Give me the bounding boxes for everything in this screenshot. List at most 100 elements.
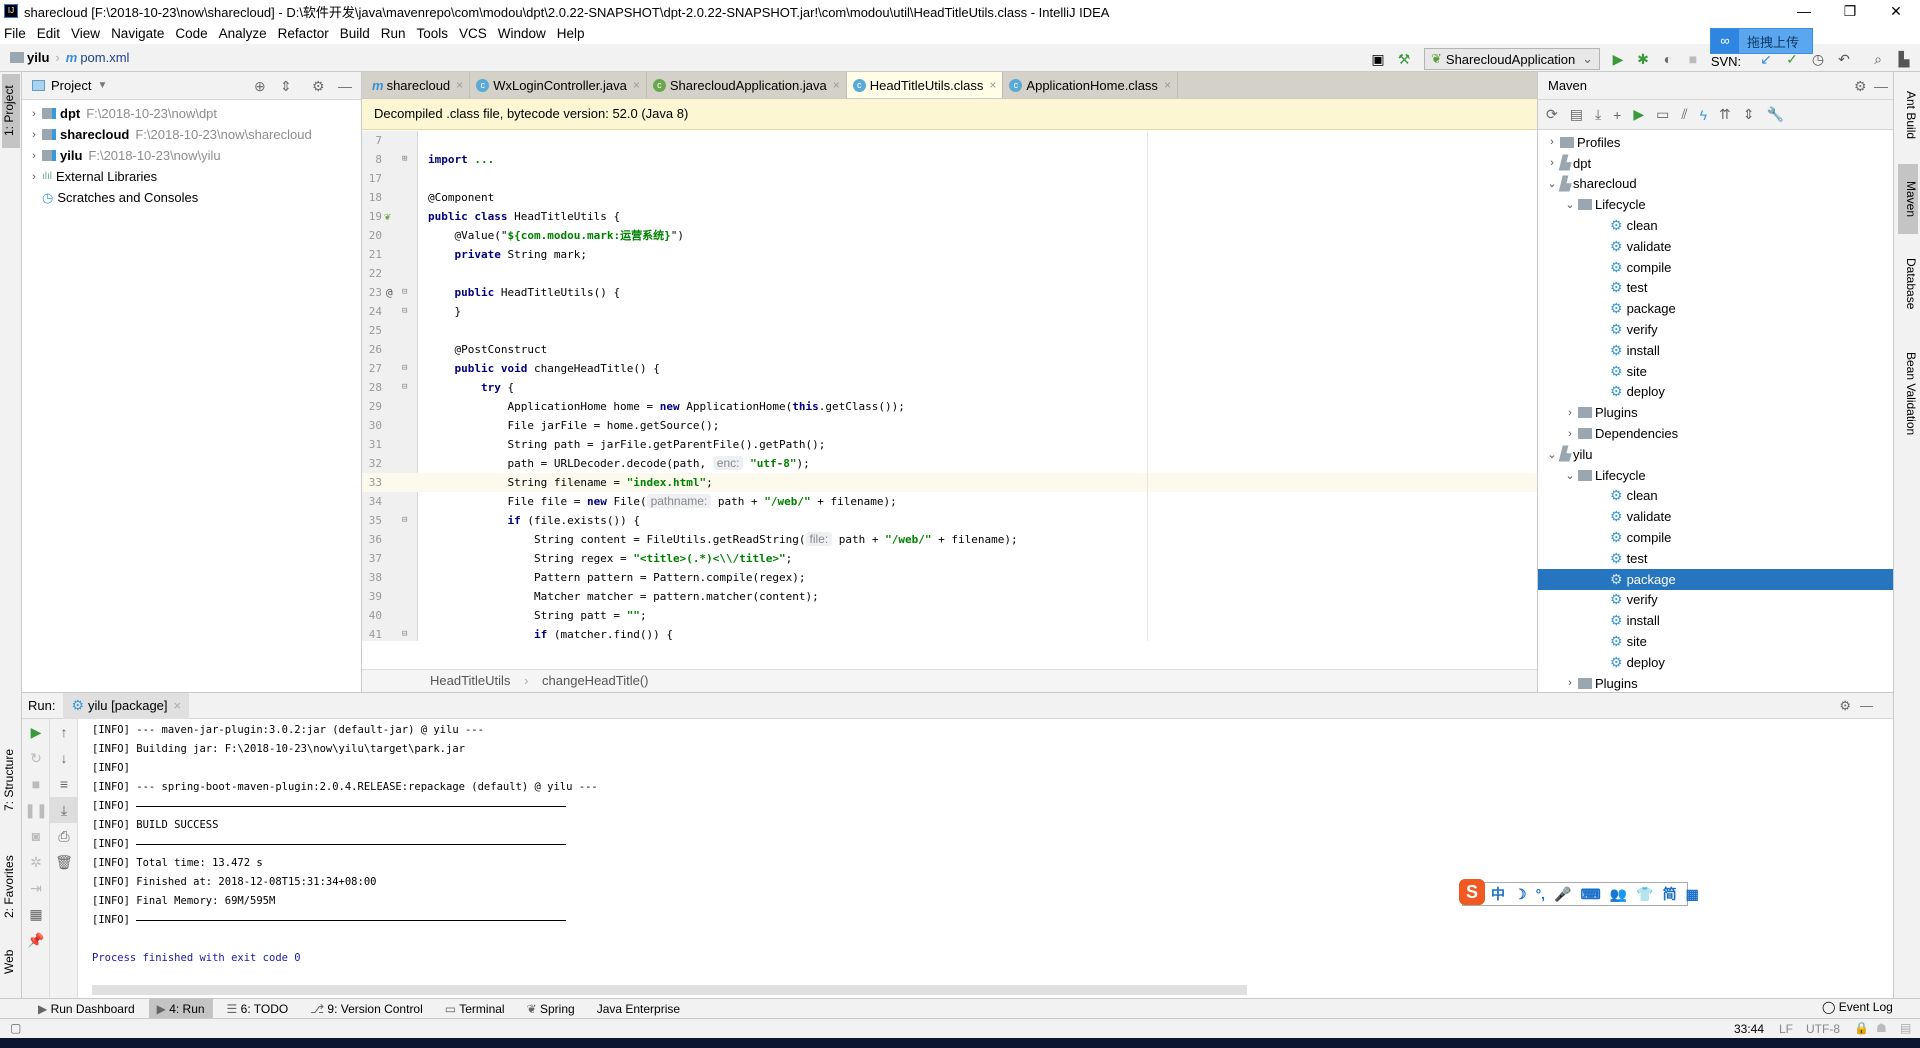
close-icon[interactable]: × [833, 78, 840, 92]
fold-marker-icon[interactable]: ⊟ [402, 625, 407, 641]
close-icon[interactable]: × [456, 78, 463, 92]
chevron-right-icon[interactable]: › [1562, 677, 1578, 689]
search-icon[interactable]: ⌕ [1868, 49, 1888, 69]
fold-marker-icon[interactable]: ⊟ [402, 283, 407, 302]
menu-help[interactable]: Help [557, 26, 585, 41]
arrow-up-icon[interactable]: ↑ [50, 719, 78, 745]
skip-tests-icon[interactable]: ϟ [1700, 107, 1707, 123]
maven-tree-item[interactable]: ⚙ package [1538, 298, 1893, 319]
layout-icon[interactable]: ▦ [22, 901, 50, 927]
minimize-button[interactable]: — [1781, 0, 1827, 22]
gear-icon[interactable]: ⚙ [1854, 78, 1867, 95]
menu-refactor[interactable]: Refactor [278, 26, 329, 41]
run-config-select[interactable]: ❦ SharecloudApplication ⌄ [1424, 48, 1600, 70]
show-dependencies-icon[interactable]: ⇈ [1719, 106, 1731, 123]
file-encoding[interactable]: UTF-8 [1806, 1022, 1840, 1036]
run-tab[interactable]: ⚙ yilu [package] × [63, 692, 190, 719]
ime-button[interactable]: 简 [1663, 884, 1677, 904]
menu-run[interactable]: Run [381, 26, 406, 41]
layout-icon[interactable]: ▣ [1368, 49, 1388, 69]
tool-tab-ant-build[interactable]: Ant Build [1898, 80, 1918, 150]
maven-tree-item[interactable]: ⚙ install [1538, 340, 1893, 361]
camera-icon[interactable]: ◙ [22, 823, 50, 849]
maven-tree-item[interactable]: ⌄ ▙ sharecloud [1538, 174, 1893, 195]
inspector-icon[interactable]: ☗ [1876, 1021, 1887, 1035]
fold-marker-icon[interactable]: ⊟ [402, 359, 407, 378]
ime-button[interactable]: ▦ [1686, 886, 1699, 903]
rerun-failed-icon[interactable]: ↻ [22, 745, 50, 771]
tool-tab-favorites[interactable]: 2: Favorites [2, 842, 20, 932]
tool-tab-project[interactable]: 1: Project [2, 74, 20, 148]
collapse-all-icon[interactable]: ⇕ [280, 78, 292, 95]
toggle-offline-icon[interactable]: ⫽ [1681, 106, 1687, 123]
maven-tree-item[interactable]: ⚙ compile [1538, 527, 1893, 548]
bottom-tab-9-version-control[interactable]: ⎇ 9: Version Control [302, 999, 431, 1019]
chevron-down-icon[interactable]: ▼ [97, 80, 107, 91]
stop-icon[interactable]: ■ [22, 771, 50, 797]
maven-tree-item[interactable]: ⚙ validate [1538, 236, 1893, 257]
project-tree-item[interactable]: › ılıl External Libraries [22, 166, 361, 187]
menu-navigate[interactable]: Navigate [111, 26, 164, 41]
maven-tree-item[interactable]: › Profiles [1538, 132, 1893, 153]
chevron-right-icon[interactable]: › [1562, 407, 1578, 419]
menu-build[interactable]: Build [340, 26, 370, 41]
project-structure-icon[interactable]: ▙ [1894, 49, 1914, 69]
ime-button[interactable]: 👕 [1636, 886, 1653, 903]
menu-code[interactable]: Code [175, 26, 207, 41]
maven-tree-item[interactable]: › Dependencies [1538, 423, 1893, 444]
caret-position[interactable]: 33:44 [1734, 1022, 1764, 1036]
chevron-down-icon[interactable]: ⌄ [1544, 448, 1560, 461]
event-icon[interactable]: ▤ [1900, 1021, 1911, 1035]
chevron-right-icon[interactable]: › [26, 150, 42, 162]
maven-tree-item[interactable]: ⚙ validate [1538, 506, 1893, 527]
project-tree-item[interactable]: › yilu F:\2018-10-23\now\yilu [22, 145, 361, 166]
close-icon[interactable]: × [989, 78, 996, 92]
fold-marker-icon[interactable]: ⊟ [402, 378, 407, 397]
maven-tree-item[interactable]: ⚙ site [1538, 631, 1893, 652]
soft-wrap-icon[interactable]: ≡ [50, 771, 78, 797]
wrench-icon[interactable]: 🔧 [1767, 106, 1784, 123]
ime-button[interactable]: 👥 [1610, 886, 1627, 903]
tool-tab-web[interactable]: Web [2, 942, 20, 982]
fold-marker-icon[interactable]: ⊞ [402, 150, 407, 169]
generate-sources-icon[interactable]: ▤ [1570, 106, 1583, 123]
project-tree-item[interactable]: ◷ Scratches and Consoles [22, 187, 361, 208]
tab-sharecloudapplication-java[interactable]: c SharecloudApplication.java × [647, 72, 847, 98]
exit-icon[interactable]: ⇥ [22, 875, 50, 901]
breadcrumb-class[interactable]: HeadTitleUtils [430, 673, 510, 688]
close-button[interactable]: ✕ [1873, 0, 1919, 22]
menu-window[interactable]: Window [498, 26, 546, 41]
close-icon[interactable]: × [174, 698, 182, 713]
spring-bean-gutter-icon[interactable]: ❦ [384, 207, 391, 226]
maven-tree-item[interactable]: ⚙ deploy [1538, 652, 1893, 673]
hide-icon[interactable]: — [338, 78, 352, 94]
pin-icon[interactable]: 📌 [22, 927, 50, 953]
chevron-right-icon[interactable]: › [26, 129, 42, 141]
maven-tree-item[interactable]: ⚙ clean [1538, 486, 1893, 507]
maven-tree-item[interactable]: › ▙ dpt [1538, 153, 1893, 174]
ime-button[interactable]: ☽ [1514, 886, 1527, 903]
horizontal-scrollbar[interactable] [92, 985, 1247, 995]
ime-button[interactable]: ⌨ [1581, 886, 1601, 903]
tab-applicationhome-class[interactable]: c ApplicationHome.class × [1003, 72, 1178, 98]
maven-tree-item[interactable]: ⚙ test [1538, 548, 1893, 569]
revert-icon[interactable]: ↶ [1834, 49, 1854, 69]
maven-tree-item[interactable]: ⚙ clean [1538, 215, 1893, 236]
menu-analyze[interactable]: Analyze [219, 26, 267, 41]
scroll-to-end-icon[interactable]: ⤓ [50, 797, 78, 823]
tool-tab-bean-validation[interactable]: Bean Validation [1898, 334, 1918, 454]
maven-tree-item[interactable]: ⚙ deploy [1538, 382, 1893, 403]
maven-tree-item[interactable]: ⚙ test [1538, 278, 1893, 299]
bottom-tab-run-dashboard[interactable]: ▶ Run Dashboard [30, 999, 143, 1019]
download-icon[interactable]: ⤓ [1595, 106, 1601, 123]
chevron-right-icon[interactable]: › [1544, 136, 1560, 148]
breadcrumb-method[interactable]: changeHeadTitle() [542, 673, 648, 688]
fold-marker-icon[interactable]: ⊟ [402, 511, 407, 530]
baidu-upload-button[interactable]: ∞ 拖拽上传 [1710, 28, 1813, 54]
chevron-down-icon[interactable]: ⌄ [1544, 177, 1560, 190]
project-tree-item[interactable]: › sharecloud F:\2018-10-23\now\sharecloud [22, 124, 361, 145]
project-tree-item[interactable]: › dpt F:\2018-10-23\now\dpt [22, 103, 361, 124]
maven-tree-item[interactable]: ⚙ verify [1538, 590, 1893, 611]
settings-icon[interactable]: ✲ [22, 849, 50, 875]
rerun-icon[interactable]: ▶ [22, 719, 50, 745]
